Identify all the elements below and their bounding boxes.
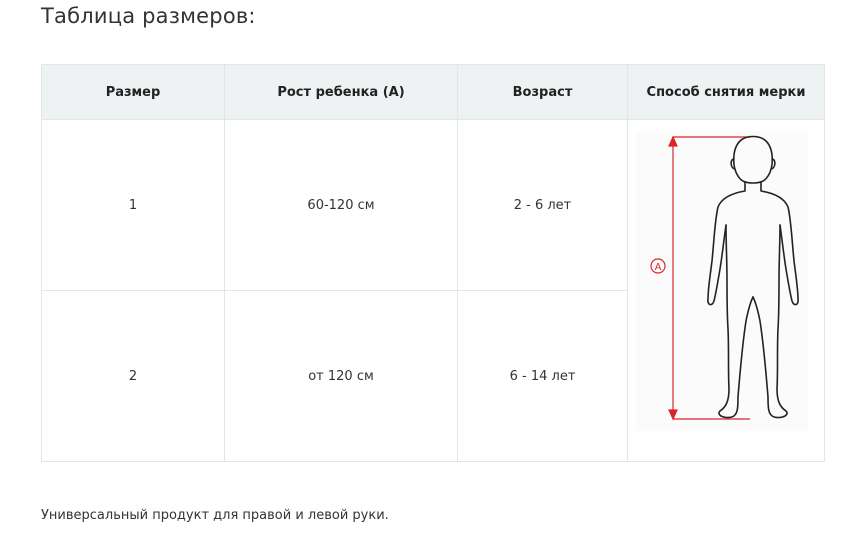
cell-size: 1 xyxy=(41,119,225,291)
product-note: Универсальный продукт для правой и левой… xyxy=(41,508,389,523)
table-row: 1 60-120 см 2 - 6 лет A xyxy=(41,119,825,462)
cell-age: 6 - 14 лет xyxy=(457,290,628,462)
header-measure-method: Способ снятия мерки xyxy=(627,64,825,120)
figure-backdrop xyxy=(636,130,808,431)
cell-size: 2 xyxy=(41,290,225,462)
child-silhouette-figure: A xyxy=(636,130,808,431)
table-header-row: Размер Рост ребенка (А) Возраст Способ с… xyxy=(41,64,825,120)
header-size: Размер xyxy=(41,64,225,120)
header-age: Возраст xyxy=(457,64,628,120)
svg-text:A: A xyxy=(655,262,662,273)
size-table: Размер Рост ребенка (А) Возраст Способ с… xyxy=(41,64,825,462)
measure-label-a: A xyxy=(650,257,666,274)
cell-age: 2 - 6 лет xyxy=(457,119,628,291)
cell-height: от 120 см xyxy=(224,290,458,462)
page-title: Таблица размеров: xyxy=(41,4,256,28)
cell-height: 60-120 см xyxy=(224,119,458,291)
header-height: Рост ребенка (А) xyxy=(224,64,458,120)
measure-figure-cell: A xyxy=(627,119,825,462)
